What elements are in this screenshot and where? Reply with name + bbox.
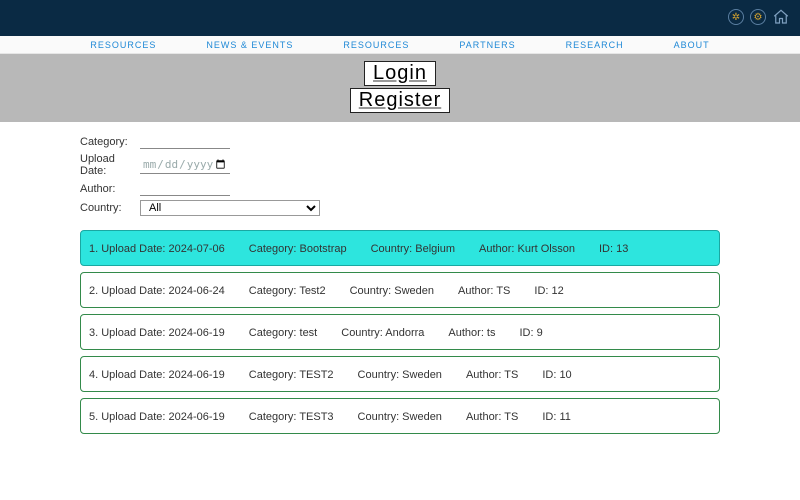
topbar: ✲ ⚙ [0, 0, 800, 36]
author-label: Author: [80, 183, 140, 195]
nav-resources2[interactable]: RESOURCES [343, 40, 409, 50]
main-nav: RESOURCES NEWS & EVENTS RESOURCES PARTNE… [0, 36, 800, 54]
topbar-icons: ✲ ⚙ [728, 8, 790, 26]
row-country: Country: Sweden [358, 411, 442, 423]
row-id: ID: 9 [519, 327, 542, 339]
category-input[interactable] [140, 134, 230, 149]
nav-partners[interactable]: PARTNERS [459, 40, 515, 50]
row-id: ID: 12 [534, 285, 563, 297]
nav-research[interactable]: RESEARCH [566, 40, 624, 50]
upload-date-input[interactable] [140, 156, 230, 174]
result-row[interactable]: 4. Upload Date: 2024-06-19 Category: TEST… [80, 356, 720, 392]
results-list: 1. Upload Date: 2024-07-06 Category: Boot… [80, 230, 720, 434]
result-row[interactable]: 3. Upload Date: 2024-06-19 Category: test… [80, 314, 720, 350]
row-category: Category: Bootstrap [249, 243, 347, 255]
row-id: ID: 13 [599, 243, 628, 255]
nav-resources[interactable]: RESOURCES [90, 40, 156, 50]
row-author: Author: TS [458, 285, 510, 297]
nav-about[interactable]: ABOUT [674, 40, 710, 50]
row-author: Author: TS [466, 369, 518, 381]
row-author: Author: TS [466, 411, 518, 423]
row-category: Category: TEST3 [249, 411, 334, 423]
login-button[interactable]: Login [364, 61, 436, 86]
gear-icon[interactable]: ⚙ [750, 9, 766, 25]
row-country: Country: Sweden [358, 369, 442, 381]
row-date: 3. Upload Date: 2024-06-19 [89, 327, 225, 339]
content: Category: Upload Date: Author: Country: … [0, 122, 800, 434]
row-date: 5. Upload Date: 2024-06-19 [89, 411, 225, 423]
result-row[interactable]: 1. Upload Date: 2024-07-06 Category: Boot… [80, 230, 720, 266]
row-date: 1. Upload Date: 2024-07-06 [89, 243, 225, 255]
row-author: Author: Kurt Olsson [479, 243, 575, 255]
row-category: Category: TEST2 [249, 369, 334, 381]
author-input[interactable] [140, 181, 230, 196]
auth-band: Login Register [0, 54, 800, 122]
row-date: 4. Upload Date: 2024-06-19 [89, 369, 225, 381]
home-icon[interactable] [772, 8, 790, 26]
row-author: Author: ts [448, 327, 495, 339]
country-label: Country: [80, 202, 140, 214]
row-date: 2. Upload Date: 2024-06-24 [89, 285, 225, 297]
category-label: Category: [80, 136, 140, 148]
upload-date-label: Upload Date: [80, 153, 140, 177]
result-row[interactable]: 2. Upload Date: 2024-06-24 Category: Test… [80, 272, 720, 308]
row-category: Category: test [249, 327, 317, 339]
flower-icon[interactable]: ✲ [728, 9, 744, 25]
filters: Category: Upload Date: Author: Country: … [80, 134, 720, 216]
country-select[interactable]: All [140, 200, 320, 216]
row-id: ID: 10 [542, 369, 571, 381]
nav-news-events[interactable]: NEWS & EVENTS [206, 40, 293, 50]
result-row[interactable]: 5. Upload Date: 2024-06-19 Category: TEST… [80, 398, 720, 434]
row-country: Country: Andorra [341, 327, 424, 339]
row-country: Country: Sweden [350, 285, 434, 297]
register-button[interactable]: Register [350, 88, 450, 113]
row-category: Category: Test2 [249, 285, 326, 297]
row-id: ID: 11 [542, 411, 571, 423]
row-country: Country: Belgium [371, 243, 455, 255]
